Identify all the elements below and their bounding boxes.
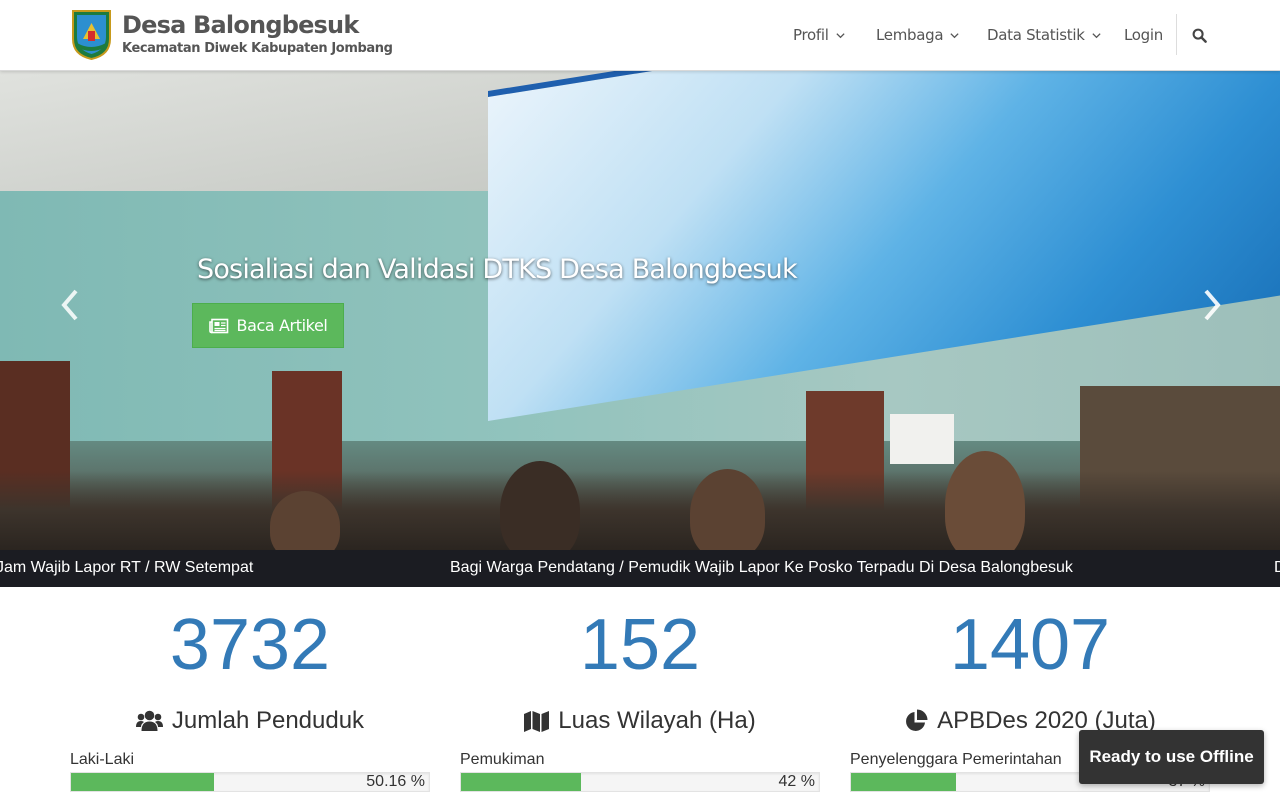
hero-photo-person [500, 461, 580, 550]
map-icon [524, 710, 550, 732]
slider-next-button[interactable] [1198, 285, 1228, 325]
newspaper-icon [208, 318, 228, 333]
stat-bar-label: Laki-Laki [70, 751, 135, 768]
hero-photo-person [945, 451, 1025, 550]
search-icon [1192, 28, 1207, 43]
ticker-item[interactable]: D [1274, 559, 1280, 577]
top-navbar: Desa Balongbesuk Kecamatan Diwek Kabupat… [0, 0, 1280, 71]
chevron-down-icon [950, 32, 959, 38]
stat-bar-label: Pemukiman [460, 751, 545, 768]
slider-prev-button[interactable] [56, 285, 86, 325]
hero-slider: Sosialiasi dan Validasi DTKS Desa Balong… [0, 71, 1280, 550]
site-subtitle: Kecamatan Diwek Kabupaten Jombang [122, 41, 393, 56]
search-button[interactable] [1192, 0, 1207, 70]
hero-photo-person [690, 469, 765, 550]
stat-heading: Luas Wilayah (Ha) [460, 707, 820, 735]
stat-value: 152 [579, 605, 701, 685]
nav-login-label: Login [1124, 26, 1163, 44]
stat-population: 3732 Jumlah Penduduk Laki-Laki 50.16 % [70, 605, 430, 792]
stat-progress-text: 42 % [778, 773, 815, 790]
stat-progress-text: 50.16 % [366, 773, 425, 790]
regency-shield-logo [72, 10, 111, 61]
site-title: Desa Balongbesuk [122, 11, 359, 39]
stat-value: 1407 [949, 605, 1111, 685]
stat-heading-text: Jumlah Penduduk [171, 707, 365, 734]
chevron-right-icon [1204, 289, 1221, 321]
nav-data-statistik[interactable]: Data Statistik [987, 0, 1102, 70]
stat-progress-fill [851, 773, 957, 791]
stat-value: 3732 [169, 605, 331, 685]
hero-photo-poster [890, 414, 954, 464]
stat-heading-text: Luas Wilayah (Ha) [558, 707, 756, 734]
offline-ready-badge[interactable]: Ready to use Offline [1079, 730, 1264, 784]
nav-lembaga[interactable]: Lembaga [876, 0, 960, 70]
hero-photo-people [0, 451, 1280, 550]
ticker-item[interactable]: Jam Wajib Lapor RT / RW Setempat [0, 559, 253, 577]
nav-profil[interactable]: Profil [793, 0, 846, 70]
nav-data-statistik-label: Data Statistik [987, 26, 1085, 44]
ticker-item[interactable]: Bagi Warga Pendatang / Pemudik Wajib Lap… [450, 559, 1073, 577]
chevron-down-icon [1091, 32, 1101, 38]
nav-lembaga-label: Lembaga [876, 26, 944, 44]
site-brand[interactable]: Desa Balongbesuk Kecamatan Diwek Kabupat… [71, 9, 393, 61]
users-icon [135, 710, 163, 731]
nav-profil-label: Profil [793, 26, 829, 44]
hero-photo-person [270, 491, 340, 550]
news-ticker: Jam Wajib Lapor RT / RW Setempat Bagi Wa… [0, 550, 1280, 587]
chevron-down-icon [836, 32, 845, 38]
read-article-button[interactable]: Baca Artikel [192, 303, 344, 348]
stat-progress-bar: 42 % [460, 772, 820, 792]
stat-progress-bar: 50.16 % [70, 772, 430, 792]
nav-login[interactable]: Login [1124, 0, 1163, 70]
pie-chart-icon [906, 709, 928, 731]
stat-progress-fill [71, 773, 215, 791]
nav-divider [1176, 14, 1177, 55]
stat-area: 152 Luas Wilayah (Ha) Pemukiman 42 % [460, 605, 820, 792]
chevron-left-icon [61, 289, 78, 321]
hero-caption: Sosialiasi dan Validasi DTKS Desa Balong… [197, 254, 798, 285]
read-article-label: Baca Artikel [236, 316, 328, 335]
stat-progress-fill [461, 773, 582, 791]
stat-heading: Jumlah Penduduk [70, 707, 430, 735]
